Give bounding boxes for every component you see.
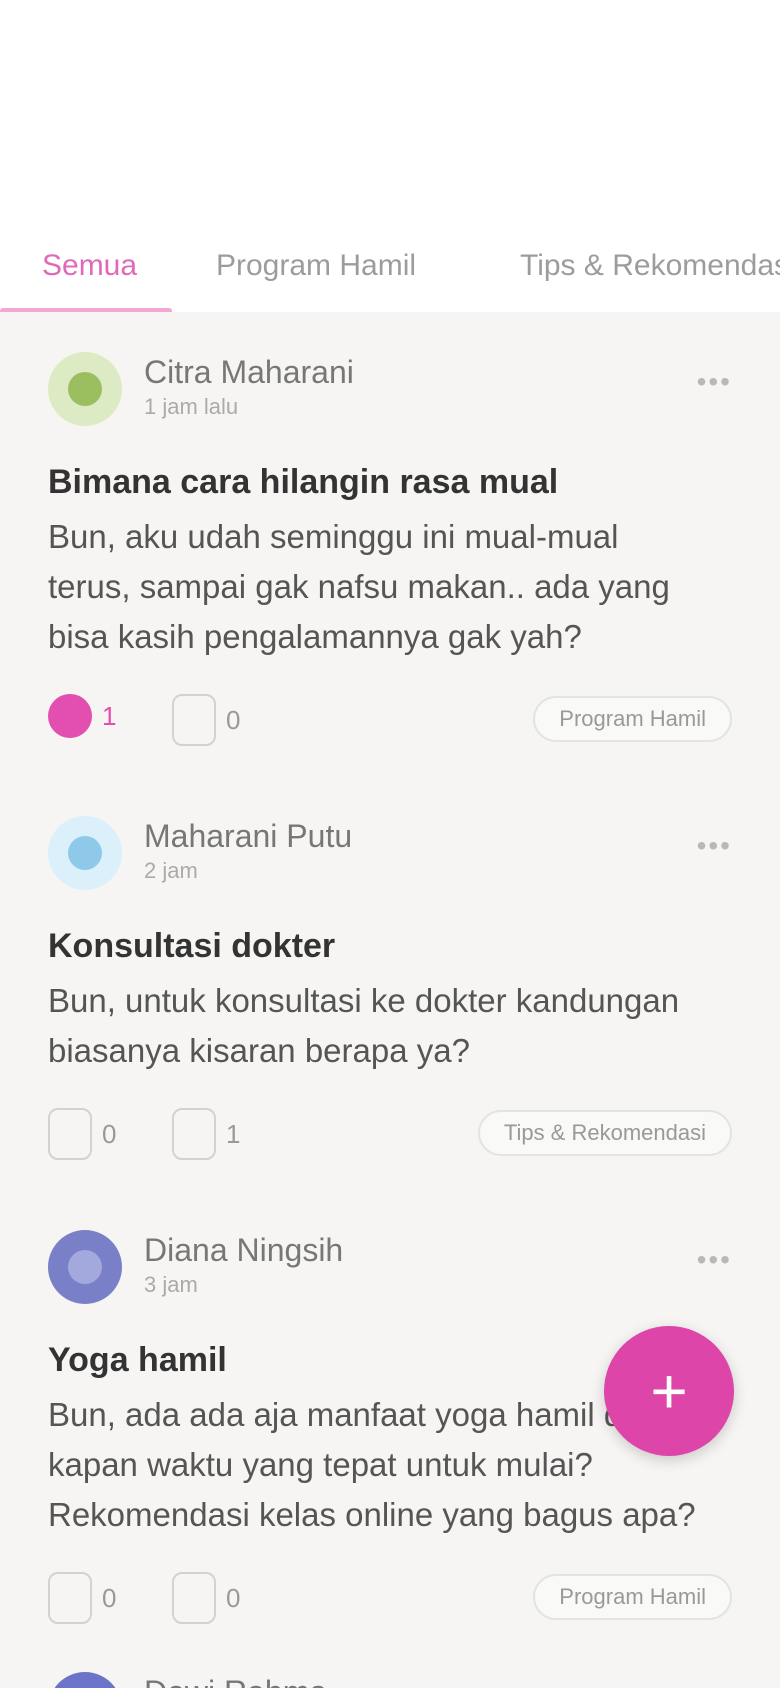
header-area xyxy=(0,0,780,220)
post-actions: 0 1 Tips & Rekomendasi xyxy=(48,1100,732,1190)
post-title[interactable]: Konsultasi dokter xyxy=(48,924,732,968)
like-button[interactable]: 0 xyxy=(48,1572,116,1624)
avatar[interactable] xyxy=(48,352,122,426)
comment-button[interactable]: 0 xyxy=(172,694,240,746)
create-post-button[interactable]: + xyxy=(604,1326,734,1456)
comment-button[interactable]: 0 xyxy=(172,1572,240,1624)
post-actions: 1 0 Program Hamil xyxy=(48,686,732,776)
post-time: 1 jam lalu xyxy=(144,394,239,419)
post-body[interactable]: Bun, untuk konsultasi ke dokter kandunga… xyxy=(48,976,708,1076)
avatar-image xyxy=(68,372,102,406)
comment-icon xyxy=(172,1108,216,1160)
post-body[interactable]: Bun, aku udah seminggu ini mual-mual ter… xyxy=(48,512,708,662)
comment-button[interactable]: 1 xyxy=(172,1108,240,1160)
more-options-icon[interactable]: ••• xyxy=(697,1244,732,1276)
like-count: 0 xyxy=(102,1582,117,1613)
avatar-image xyxy=(68,836,102,870)
category-chip[interactable]: Program Hamil xyxy=(533,696,732,742)
category-chip[interactable]: Tips & Rekomendasi xyxy=(477,1110,732,1156)
post-header: Citra Maharani 1 jam lalu ••• xyxy=(48,352,732,430)
avatar[interactable] xyxy=(48,1230,122,1304)
tab-program-hamil[interactable]: Program Hamil xyxy=(216,220,416,312)
avatar[interactable] xyxy=(48,1672,122,1688)
tab-semua[interactable]: Semua xyxy=(42,220,137,312)
heart-outline-icon xyxy=(48,1108,92,1160)
post-title[interactable]: Bimana cara hilangin rasa mual xyxy=(48,460,732,504)
post-time: 2 jam xyxy=(144,858,198,883)
author-name[interactable]: Dewi Rahma xyxy=(144,1674,327,1688)
post-actions: 0 0 Program Hamil xyxy=(48,1564,732,1654)
more-options-icon[interactable]: ••• xyxy=(697,830,732,862)
comment-count: 1 xyxy=(226,1118,241,1149)
post-card[interactable]: Citra Maharani 1 jam lalu ••• Bimana car… xyxy=(0,312,780,776)
avatar[interactable] xyxy=(48,816,122,890)
post-card[interactable]: Maharani Putu 2 jam ••• Konsultasi dokte… xyxy=(0,776,780,1190)
plus-icon: + xyxy=(650,1355,688,1427)
like-button[interactable]: 1 xyxy=(48,694,116,738)
like-count: 1 xyxy=(102,700,117,731)
tab-tips-rekomendasi[interactable]: Tips & Rekomendasi xyxy=(520,220,780,312)
tab-bar: Semua Program Hamil Tips & Rekomendasi xyxy=(0,220,780,312)
more-options-icon[interactable]: ••• xyxy=(697,366,732,398)
post-time: 3 jam xyxy=(144,1272,198,1297)
author-name[interactable]: Diana Ningsih xyxy=(144,1232,343,1269)
comment-icon xyxy=(172,694,216,746)
category-chip[interactable]: Program Hamil xyxy=(533,1574,732,1620)
post-header: Diana Ningsih 3 jam ••• xyxy=(48,1230,732,1308)
author-name[interactable]: Maharani Putu xyxy=(144,818,352,855)
heart-outline-icon xyxy=(48,1572,92,1624)
heart-icon xyxy=(48,694,92,738)
avatar-image xyxy=(68,1250,102,1284)
comment-count: 0 xyxy=(226,1582,241,1613)
post-header: Maharani Putu 2 jam ••• xyxy=(48,816,732,894)
comment-count: 0 xyxy=(226,704,241,735)
like-count: 0 xyxy=(102,1118,117,1149)
comment-icon xyxy=(172,1572,216,1624)
author-name[interactable]: Citra Maharani xyxy=(144,354,354,391)
like-button[interactable]: 0 xyxy=(48,1108,116,1160)
